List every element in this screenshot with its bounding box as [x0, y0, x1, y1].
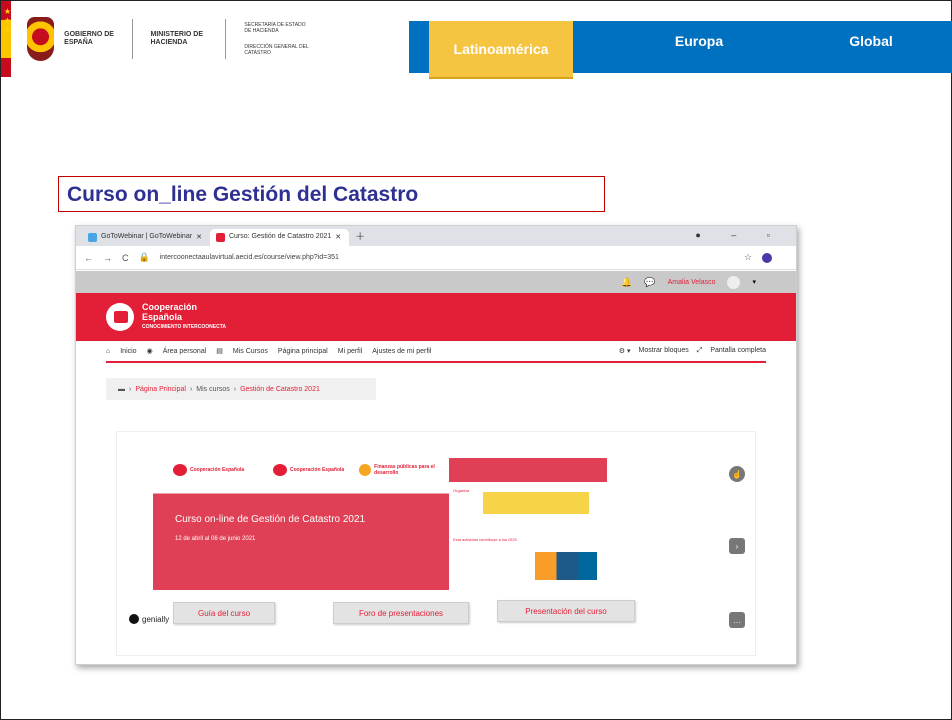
course-card: Cooperación Española Cooperación Español… [116, 431, 756, 656]
nav-mis-cursos[interactable]: Mis Cursos [233, 348, 268, 355]
presentacion-button[interactable]: Presentación del curso [497, 600, 635, 622]
mostrar-bloques[interactable]: Mostrar bloques [639, 347, 689, 355]
eu-flag-icon [1, 1, 12, 77]
lock-icon: 🔒 [138, 252, 150, 262]
course-title: Curso on_line Gestión del Catastro [58, 176, 605, 212]
star-icon[interactable]: ☆ [744, 252, 752, 263]
courses-icon: ▤ [216, 348, 223, 355]
ods-icons [535, 552, 597, 580]
back-icon[interactable]: ← [84, 253, 93, 263]
logo-coop-2: Cooperación Española [273, 464, 344, 476]
dashboard-icon: ◉ [146, 348, 153, 355]
close-icon[interactable]: ✕ [196, 233, 202, 246]
logo-finanzas: Finanzas públicas para el desarrollo [359, 464, 449, 476]
reload-icon[interactable]: C [122, 253, 129, 263]
organizer-logos [483, 492, 589, 514]
breadcrumb-current[interactable]: Gestión de Catastro 2021 [240, 386, 320, 393]
nav-mi-perfil[interactable]: Mi perfil [338, 348, 363, 355]
expand-icon: ⤢ [696, 347, 703, 354]
logo-icon [173, 464, 187, 476]
gotowebinar-icon [88, 233, 97, 242]
breadcrumb: ▬ › Página Principal › Mis cursos › Gest… [106, 378, 376, 400]
cooperacion-logo-icon[interactable] [106, 303, 134, 331]
user-name[interactable]: Amalia Velasco [668, 279, 716, 286]
tab-europa[interactable]: Europa [609, 21, 789, 73]
new-tab-icon[interactable]: ＋ [355, 228, 365, 246]
organiza-label: Organiza [453, 488, 470, 493]
gear-icon[interactable]: ⚙ ▾ [619, 347, 631, 355]
pantalla-completa[interactable]: Pantalla completa [710, 347, 766, 355]
gov-name: GOBIERNO DE ESPAÑA [64, 31, 114, 46]
chevron-down-icon[interactable]: ▾ [752, 278, 756, 286]
browser-tab-course[interactable]: Curso: Gestión de Catastro 2021 ✕ [209, 229, 350, 246]
logo-icon [273, 464, 287, 476]
avatar[interactable] [727, 275, 741, 289]
chat-icon[interactable]: 💬 [644, 277, 655, 288]
site-nav: ⌂ Inicio ◉ Área personal ▤ Mis Cursos Pá… [106, 341, 766, 363]
nav-inicio[interactable]: Inicio [120, 348, 136, 355]
nav-ajustes[interactable]: Ajustes de mi perfil [372, 348, 431, 355]
breadcrumb-home[interactable]: Página Principal [135, 386, 186, 393]
profile-icon[interactable] [762, 252, 772, 263]
user-bar: 🔔 💬 Amalia Velasco ▾ [76, 271, 796, 293]
foro-button[interactable]: Foro de presentaciones [333, 602, 469, 624]
browser-tab-bar: GoToWebinar | GoToWebinar ✕ Curso: Gesti… [76, 226, 796, 246]
ods-text: Esta actividad contribuye a los ODS [453, 537, 517, 542]
agency-name: SECRETARÍA DE ESTADO DE HACIENDA DIRECCI… [244, 22, 309, 56]
window-controls[interactable]: ● – ▫ [695, 230, 784, 240]
hero-title: Curso on-line de Gestión de Catastro 202… [175, 514, 366, 525]
hand-icon[interactable]: ☝ [729, 466, 745, 482]
site-banner: Cooperación Española CONOCIMIENTO INTERC… [76, 293, 796, 341]
genially-logo: genially [129, 614, 169, 624]
forward-icon[interactable]: → [103, 253, 112, 263]
guia-button[interactable]: Guía del curso [173, 602, 275, 624]
breadcrumb-cursos[interactable]: Mis cursos [196, 386, 229, 393]
ministry-name: MINISTERIO DE HACIENDA [150, 31, 204, 46]
home-icon: ⌂ [106, 347, 111, 355]
coat-of-arms-icon [26, 17, 55, 61]
chevron-right-icon[interactable]: › [729, 538, 745, 554]
nav-pagina-principal[interactable]: Página principal [278, 348, 328, 355]
url-field[interactable]: intercoonectaaulavirtual.aecid.es/course… [160, 254, 339, 261]
address-bar: ← → C 🔒 intercoonectaaulavirtual.aecid.e… [76, 246, 796, 270]
course-hero-image: Cooperación Española Cooperación Español… [153, 458, 607, 590]
close-icon[interactable]: ✕ [335, 233, 341, 246]
tab-global[interactable]: Global [789, 21, 952, 73]
browser-screenshot: GoToWebinar | GoToWebinar ✕ Curso: Gesti… [75, 225, 797, 665]
tab-latinoamerica[interactable]: Latinoamérica [429, 21, 573, 79]
browser-tab-gotowebinar[interactable]: GoToWebinar | GoToWebinar ✕ [82, 229, 210, 246]
government-logo-bar: GOBIERNO DE ESPAÑA MINISTERIO DE HACIEND… [1, 1, 311, 77]
logo-icon [359, 464, 372, 476]
hero-dates: 12 de abril al 06 de junio 2021 [175, 536, 256, 542]
logo-coop-1: Cooperación Española [173, 464, 244, 476]
bell-icon[interactable]: 🔔 [621, 277, 632, 288]
slide: GOBIERNO DE ESPAÑA MINISTERIO DE HACIEND… [0, 0, 952, 720]
genially-icon [129, 614, 139, 624]
nav-area-personal[interactable]: Área personal [163, 348, 207, 355]
region-tabs: Latinoamérica Europa Global [409, 21, 952, 79]
folder-icon: ▬ [118, 385, 125, 393]
course-favicon-icon [215, 233, 225, 242]
